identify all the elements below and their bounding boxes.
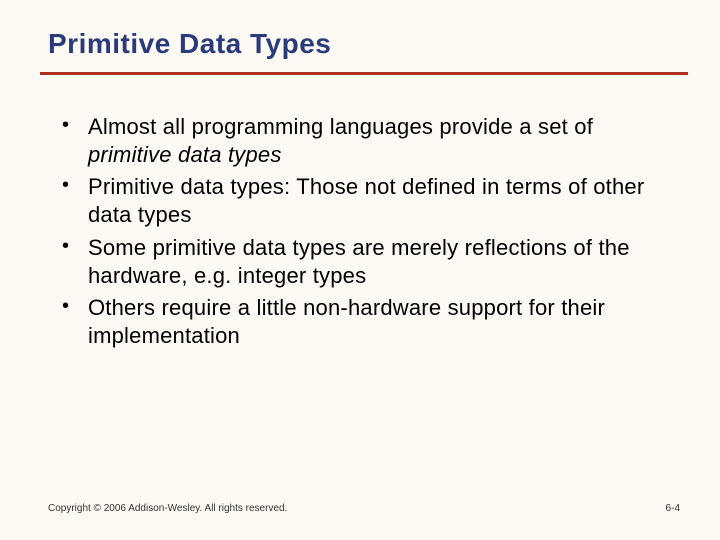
bullet-text: Some primitive data types are merely ref… [88, 235, 630, 288]
copyright-text: Copyright © 2006 Addison-Wesley. All rig… [48, 503, 287, 514]
slide-title: Primitive Data Types [48, 28, 680, 60]
list-item: Others require a little non-hardware sup… [62, 294, 680, 350]
page-number: 6-4 [666, 503, 680, 514]
bullet-text: Primitive data types: Those not defined … [88, 174, 644, 227]
list-item: Some primitive data types are merely ref… [62, 234, 680, 290]
slide: Primitive Data Types Almost all programm… [0, 0, 720, 540]
title-rule [40, 72, 688, 75]
bullet-italic: primitive data types [88, 142, 282, 167]
bullet-text: Others require a little non-hardware sup… [88, 295, 605, 348]
list-item: Primitive data types: Those not defined … [62, 173, 680, 229]
footer: Copyright © 2006 Addison-Wesley. All rig… [48, 503, 680, 514]
list-item: Almost all programming languages provide… [62, 113, 680, 169]
bullet-list: Almost all programming languages provide… [48, 113, 680, 350]
bullet-text: Almost all programming languages provide… [88, 114, 593, 139]
